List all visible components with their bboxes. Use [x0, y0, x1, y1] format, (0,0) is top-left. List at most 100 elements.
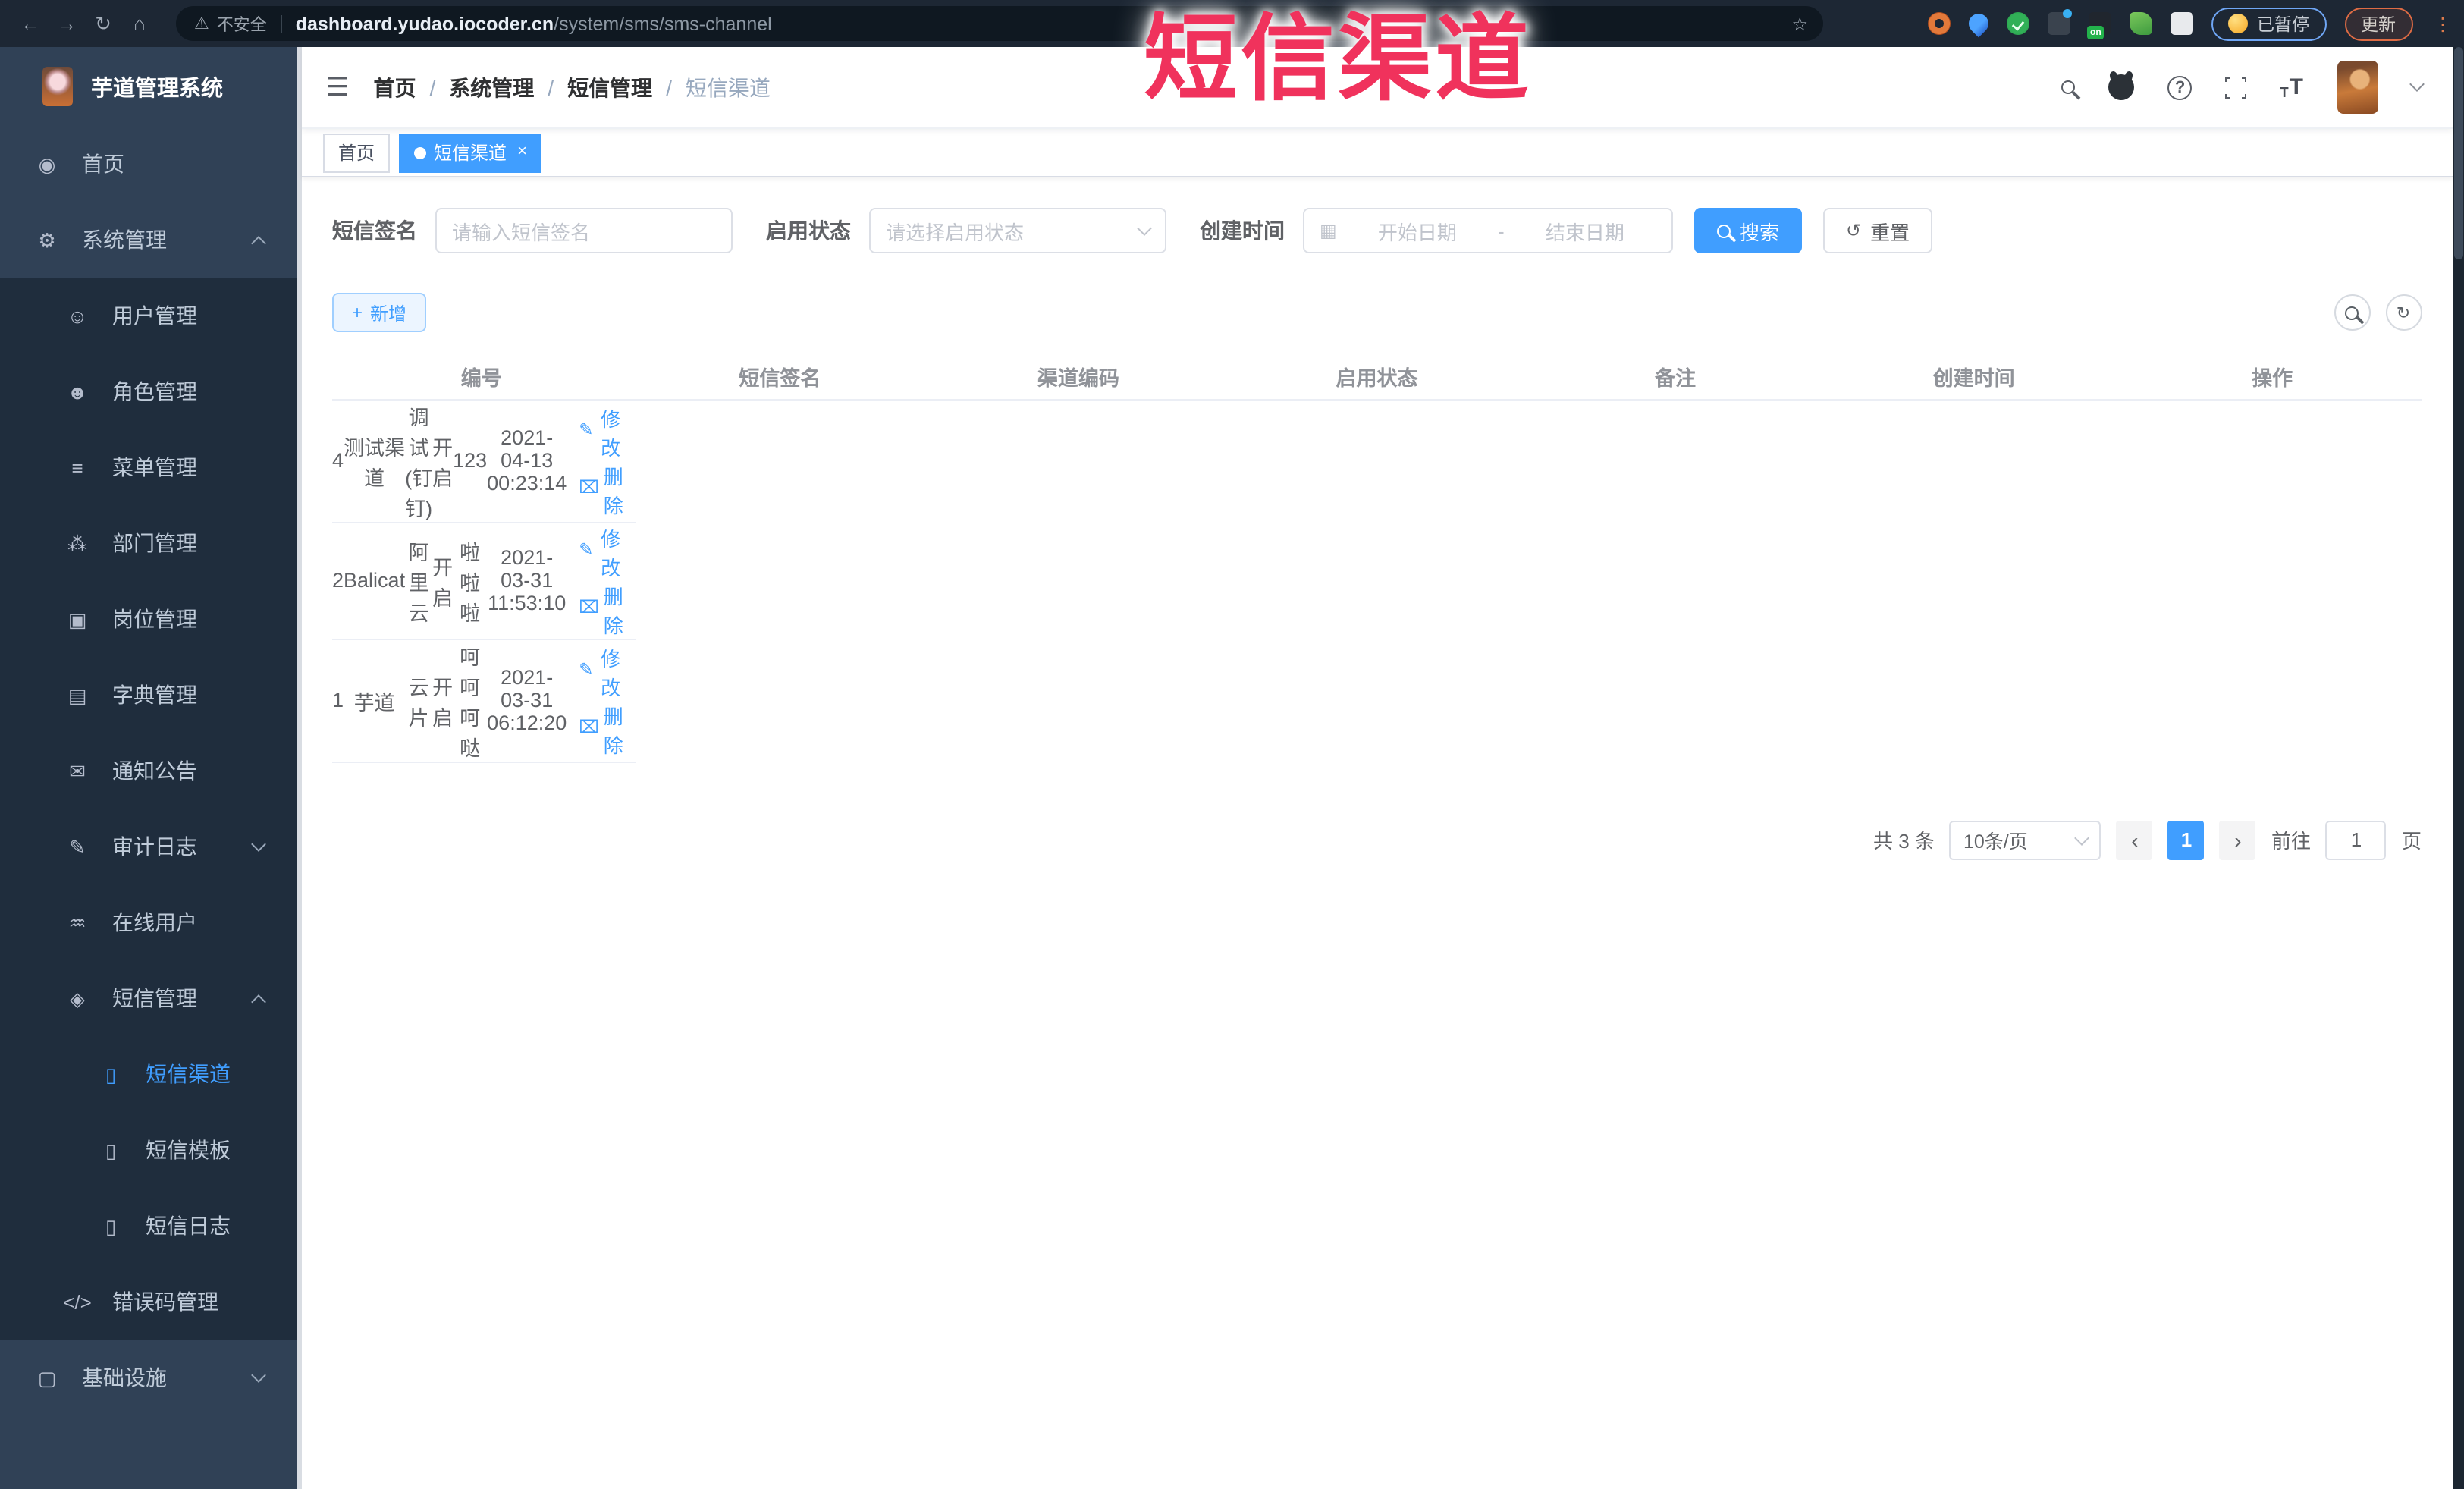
sidebar-item-audit-log[interactable]: ✎ 审计日志 — [0, 809, 297, 884]
sidebar-item-sms-channel[interactable]: ▯ 短信渠道 — [0, 1036, 297, 1112]
sidebar-item-label: 短信渠道 — [146, 1062, 231, 1086]
start-date-input[interactable]: 开始日期 — [1346, 216, 1489, 245]
sidebar-item-online-users[interactable]: ♒ 在线用户 — [0, 884, 297, 960]
breadcrumb-system[interactable]: 系统管理 — [449, 72, 534, 102]
browser-menu-icon[interactable]: ⋮ — [2431, 13, 2455, 34]
extension-sprout-icon[interactable] — [2130, 12, 2152, 35]
help-icon[interactable]: ? — [2167, 75, 2192, 99]
status-select[interactable]: 请选择启用状态 — [869, 208, 1166, 253]
extension-check-icon[interactable] — [2007, 12, 2029, 35]
add-button[interactable]: + 新增 — [332, 293, 427, 332]
sidebar-item-dict-management[interactable]: ▤ 字典管理 — [0, 657, 297, 733]
avatar[interactable] — [2337, 61, 2378, 114]
table-row: 2 Balicat 阿里云 开启 啦啦啦 2021-03-31 11:53:10… — [332, 522, 636, 639]
tab-home[interactable]: 首页 — [323, 133, 391, 172]
edit-link[interactable]: ✎ 修改 — [579, 523, 623, 580]
phone-icon: ▯ — [105, 1139, 117, 1161]
extensions-puzzle-icon[interactable] — [2171, 12, 2193, 35]
sidebar-item-user-management[interactable]: ☺ 用户管理 — [0, 278, 297, 353]
cell-code: 调试(钉钉) — [405, 400, 433, 523]
navbar-tools: ? T — [2061, 61, 2424, 114]
cell-actions: ✎ 修改 ⌧ 删除 — [567, 522, 636, 639]
url-bar[interactable]: ⚠ 不安全 dashboard.yudao.iocoder.cn/system/… — [176, 6, 1823, 41]
sidebar-item-sms-management[interactable]: ◈ 短信管理 — [0, 960, 297, 1036]
emoji-icon — [2228, 14, 2248, 33]
sign-input[interactable]: 请输入短信签名 — [435, 208, 733, 253]
security-label[interactable]: 不安全 — [217, 11, 267, 36]
sidebar-item-system-management[interactable]: ⚙ 系统管理 — [0, 202, 297, 278]
phone-icon: ▯ — [105, 1214, 117, 1237]
delete-link[interactable]: ⌧ 删除 — [579, 580, 623, 638]
edit-link[interactable]: ✎ 修改 — [579, 642, 623, 700]
page-1-button[interactable]: 1 — [2167, 820, 2205, 859]
status-label: 启用状态 — [766, 218, 851, 243]
cell-created: 2021-03-31 11:53:10 — [487, 522, 567, 639]
sidebar-item-sms-template[interactable]: ▯ 短信模板 — [0, 1112, 297, 1188]
sidebar-item-label: 短信模板 — [146, 1138, 231, 1162]
refresh-button[interactable]: ↻ — [2385, 294, 2422, 331]
cell-remark: 123 — [453, 400, 488, 523]
cell-created: 2021-03-31 06:12:20 — [487, 639, 567, 762]
reset-icon: ↺ — [1846, 220, 1862, 241]
end-date-input[interactable]: 结束日期 — [1514, 216, 1656, 245]
sidebar-item-role-management[interactable]: ☻ 角色管理 — [0, 353, 297, 429]
sms-shield-icon: ◈ — [70, 987, 85, 1010]
extension-orange-icon[interactable] — [1928, 12, 1951, 35]
back-icon[interactable]: ← — [12, 14, 49, 33]
edit-icon: ✎ — [579, 421, 594, 440]
sidebar-item-dept-management[interactable]: ⁂ 部门管理 — [0, 505, 297, 581]
sidebar-item-notice-announcement[interactable]: ✉ 通知公告 — [0, 733, 297, 809]
calendar-icon: ▦ — [1320, 220, 1337, 241]
next-page-button[interactable]: › — [2219, 820, 2256, 859]
forward-icon[interactable]: → — [49, 14, 85, 33]
table-toolbar: + 新增 ↻ — [332, 293, 2422, 332]
toggle-search-button[interactable] — [2334, 294, 2370, 331]
delete-icon: ⌧ — [579, 598, 599, 617]
cell-id: 1 — [332, 639, 344, 762]
caret-down-icon[interactable] — [2409, 77, 2424, 92]
search-icon[interactable] — [2061, 80, 2076, 94]
edit-link[interactable]: ✎ 修改 — [579, 403, 623, 460]
sidebar-item-error-code-management[interactable]: </> 错误码管理 — [0, 1264, 297, 1340]
search-icon — [1717, 224, 1731, 237]
bookmark-star-icon[interactable]: ☆ — [1791, 13, 1808, 34]
hamburger-icon[interactable]: ☰ — [326, 72, 350, 102]
extension-grid-icon[interactable] — [2048, 9, 2072, 35]
breadcrumb-home[interactable]: 首页 — [374, 72, 416, 102]
sidebar-item-infrastructure[interactable]: ▢ 基础设施 — [0, 1340, 297, 1415]
goto-page-input[interactable]: 1 — [2325, 820, 2387, 859]
tab-sms-channel[interactable]: 短信渠道 × — [399, 133, 542, 172]
page-size-select[interactable]: 10条/页 — [1949, 820, 2101, 859]
total-count: 共 3 条 — [1873, 830, 1935, 853]
breadcrumb-sms[interactable]: 短信管理 — [567, 72, 652, 102]
delete-link[interactable]: ⌧ 删除 — [579, 700, 623, 758]
extension-switch-icon[interactable]: on — [2087, 12, 2111, 39]
paused-extension-badge[interactable]: 已暂停 — [2211, 7, 2326, 40]
sidebar-item-label: 审计日志 — [112, 834, 197, 859]
date-range-picker[interactable]: ▦ 开始日期 - 结束日期 — [1303, 208, 1673, 253]
reset-button[interactable]: ↺ 重置 — [1823, 208, 1933, 253]
scrollbar-thumb[interactable] — [2453, 47, 2462, 259]
sidebar-item-label: 部门管理 — [112, 531, 197, 555]
home-icon[interactable]: ⌂ — [121, 14, 158, 33]
font-size-icon[interactable]: T — [2280, 74, 2303, 100]
delete-link[interactable]: ⌧ 删除 — [579, 460, 623, 518]
app-logo[interactable]: 芋道管理系统 — [0, 47, 297, 126]
cell-actions: ✎ 修改 ⌧ 删除 — [567, 400, 636, 523]
extension-pin-icon[interactable] — [1964, 9, 1993, 38]
update-button[interactable]: 更新 — [2344, 7, 2412, 40]
window-scrollbar[interactable] — [2452, 47, 2464, 1489]
chevron-icon — [251, 236, 266, 251]
github-icon[interactable] — [2108, 74, 2135, 100]
sidebar-item-post-management[interactable]: ▣ 岗位管理 — [0, 581, 297, 657]
sidebar-item-sms-log[interactable]: ▯ 短信日志 — [0, 1188, 297, 1264]
cell-sign: 测试渠道 — [344, 400, 406, 523]
close-icon[interactable]: × — [517, 143, 527, 161]
sidebar-item-home[interactable]: ◉ 首页 — [0, 126, 297, 202]
sidebar-item-menu-management[interactable]: ≡ 菜单管理 — [0, 429, 297, 505]
reload-icon[interactable]: ↻ — [85, 14, 121, 33]
prev-page-button[interactable]: ‹ — [2116, 820, 2153, 859]
search-button[interactable]: 搜索 — [1694, 208, 1803, 253]
fullscreen-icon[interactable] — [2221, 72, 2252, 102]
update-label: 更新 — [2361, 16, 2396, 34]
